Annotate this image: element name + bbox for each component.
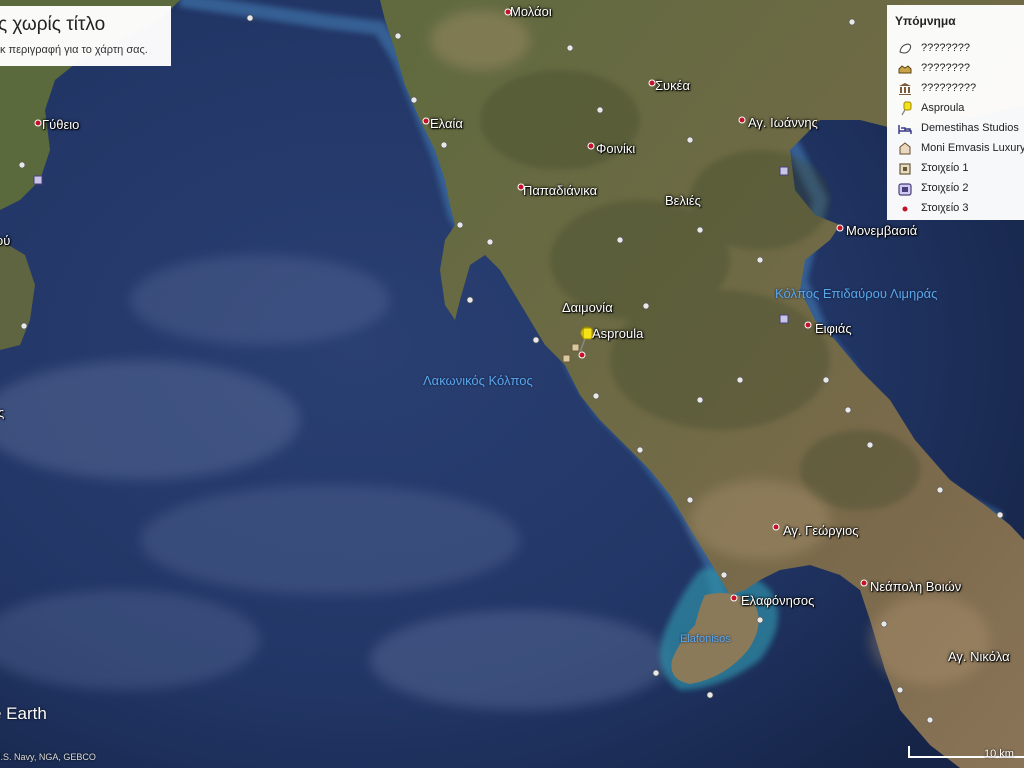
building-marker-icon bbox=[779, 314, 789, 324]
imagery-attribution: U.S. Navy, NGA, GEBCO bbox=[0, 752, 96, 762]
building-marker-icon bbox=[33, 175, 43, 185]
legend-title: Υπόμνημα bbox=[895, 14, 956, 28]
legend-item-label: ???????? bbox=[921, 62, 970, 74]
red-dot-icon bbox=[804, 321, 812, 329]
google-earth-logo: e Earth bbox=[0, 704, 47, 723]
poi-marker bbox=[652, 669, 660, 677]
map-description[interactable]: κ περιγραφή για το χάρτη σας. bbox=[0, 44, 148, 56]
red-dot-icon bbox=[860, 579, 868, 587]
polygon-icon bbox=[899, 43, 912, 54]
poi-marker bbox=[880, 620, 888, 628]
poi-marker bbox=[636, 446, 644, 454]
red-dot-icon bbox=[587, 142, 595, 150]
poi-marker bbox=[592, 392, 600, 400]
legend-panel: Υπόμνημα ???????? ???????? ????????? Asp… bbox=[887, 5, 1024, 220]
poi-marker bbox=[440, 141, 448, 149]
poi-marker bbox=[896, 686, 904, 694]
poi-marker bbox=[936, 486, 944, 494]
poi-marker bbox=[566, 44, 574, 52]
poi-marker bbox=[756, 256, 764, 264]
poi-marker bbox=[456, 221, 464, 229]
poi-marker bbox=[394, 32, 402, 40]
legend-item-label: ???????? bbox=[921, 42, 970, 54]
red-dot-icon bbox=[730, 594, 738, 602]
poi-marker bbox=[596, 106, 604, 114]
red-dot-icon bbox=[517, 183, 525, 191]
poi-marker bbox=[720, 571, 728, 579]
legend-item-label: ????????? bbox=[921, 82, 977, 94]
poi-marker bbox=[686, 496, 694, 504]
restaurant-icon bbox=[898, 65, 912, 74]
red-dot-icon bbox=[422, 117, 430, 125]
hotel-bed-icon bbox=[898, 125, 912, 134]
red-dot-icon bbox=[504, 8, 512, 16]
poi-marker bbox=[736, 376, 744, 384]
scale-label: 10 km bbox=[984, 748, 1014, 760]
lodging-icon bbox=[899, 142, 911, 155]
poi-marker bbox=[686, 136, 694, 144]
poi-marker bbox=[410, 96, 418, 104]
poi-marker bbox=[822, 376, 830, 384]
red-dot-icon bbox=[648, 79, 656, 87]
poi-marker bbox=[926, 716, 934, 724]
poi-marker bbox=[616, 236, 624, 244]
poi-marker bbox=[246, 14, 254, 22]
legend-item-label: Demestihas Studios bbox=[921, 122, 1019, 134]
building-marker-icon bbox=[898, 183, 912, 196]
poi-marker bbox=[486, 238, 494, 246]
yellow-pushpin-icon bbox=[579, 326, 594, 353]
poi-marker bbox=[844, 406, 852, 414]
legend-item-label: Στοιχείο 1 bbox=[921, 162, 969, 174]
legend-item-label: Στοιχείο 3 bbox=[921, 202, 969, 214]
poi-marker bbox=[466, 296, 474, 304]
poi-marker bbox=[696, 226, 704, 234]
poi-marker bbox=[706, 691, 714, 699]
poi-marker bbox=[996, 511, 1004, 519]
map-title-panel[interactable]: ς χωρίς τίτλο κ περιγραφή για το χάρτη σ… bbox=[0, 6, 171, 66]
yellow-pushpin-icon bbox=[901, 101, 912, 116]
poi-marker bbox=[866, 441, 874, 449]
poi-marker bbox=[642, 302, 650, 310]
museum-icon bbox=[899, 83, 911, 95]
poi-marker bbox=[18, 161, 26, 169]
poi-marker bbox=[756, 616, 764, 624]
map-title[interactable]: ς χωρίς τίτλο bbox=[0, 14, 105, 36]
poi-marker bbox=[532, 336, 540, 344]
poi-marker bbox=[696, 396, 704, 404]
red-dot-icon bbox=[902, 206, 908, 212]
square-marker-icon bbox=[562, 354, 571, 363]
red-dot-icon bbox=[578, 351, 586, 359]
red-dot-icon bbox=[738, 116, 746, 124]
poi-marker bbox=[848, 18, 856, 26]
square-marker-icon bbox=[899, 163, 911, 175]
map-markers bbox=[18, 8, 1004, 724]
building-marker-icon bbox=[779, 166, 789, 176]
red-dot-icon bbox=[836, 224, 844, 232]
legend-item-label: Στοιχείο 2 bbox=[921, 182, 969, 194]
poi-marker bbox=[20, 322, 28, 330]
legend-item-label: Moni Emvasis Luxury bbox=[921, 142, 1024, 154]
red-dot-icon bbox=[34, 119, 42, 127]
square-marker-icon bbox=[571, 343, 580, 352]
legend-item-label: Asproula bbox=[921, 102, 965, 114]
red-dot-icon bbox=[772, 523, 780, 531]
